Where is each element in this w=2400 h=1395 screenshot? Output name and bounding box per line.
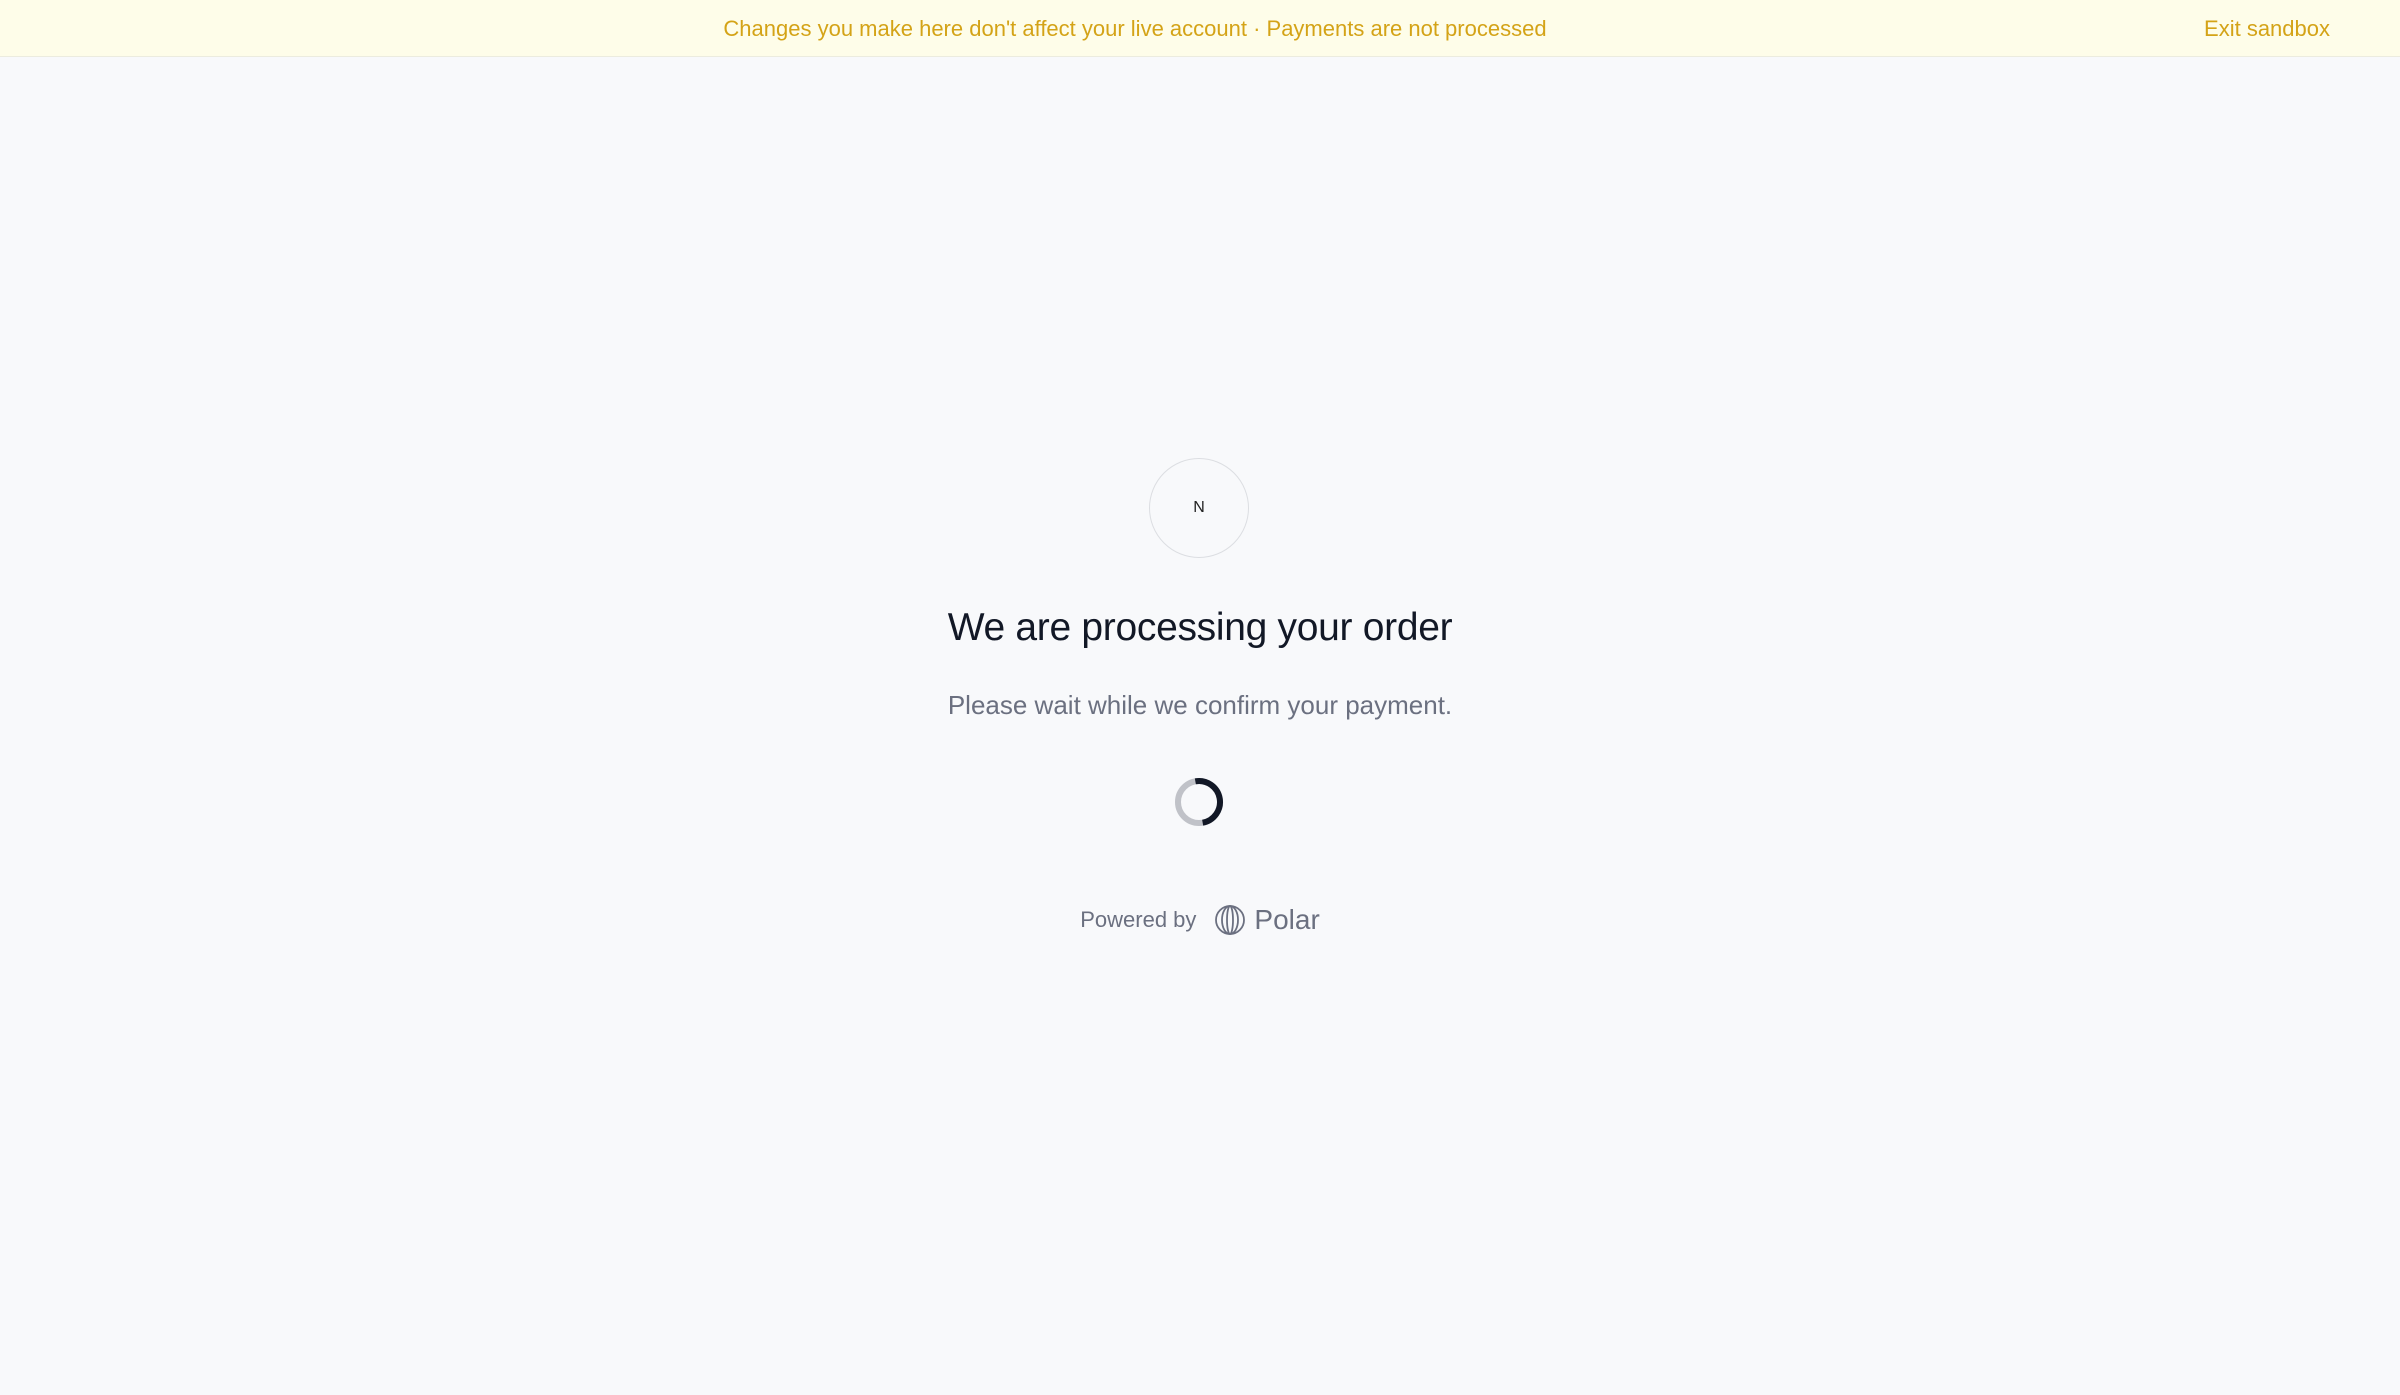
loading-spinner-icon (1175, 778, 1223, 826)
powered-by-label: Powered by (1080, 907, 1197, 932)
polar-brand-link[interactable]: Polar (1214, 904, 1320, 936)
polar-globe-icon (1215, 905, 1246, 935)
sandbox-banner: Changes you make here don't affect your … (0, 0, 2400, 57)
page-title: We are processing your order (947, 606, 1453, 649)
sandbox-banner-message: Changes you make here don't affect your … (723, 16, 1547, 41)
powered-by: Powered by Polar (0, 900, 2400, 940)
exit-sandbox-link[interactable]: Exit sandbox (2204, 0, 2330, 57)
polar-brand-name: Polar (1254, 904, 1320, 935)
merchant-avatar: N (1149, 458, 1249, 558)
page-subtitle: Please wait while we confirm your paymen… (947, 690, 1453, 720)
